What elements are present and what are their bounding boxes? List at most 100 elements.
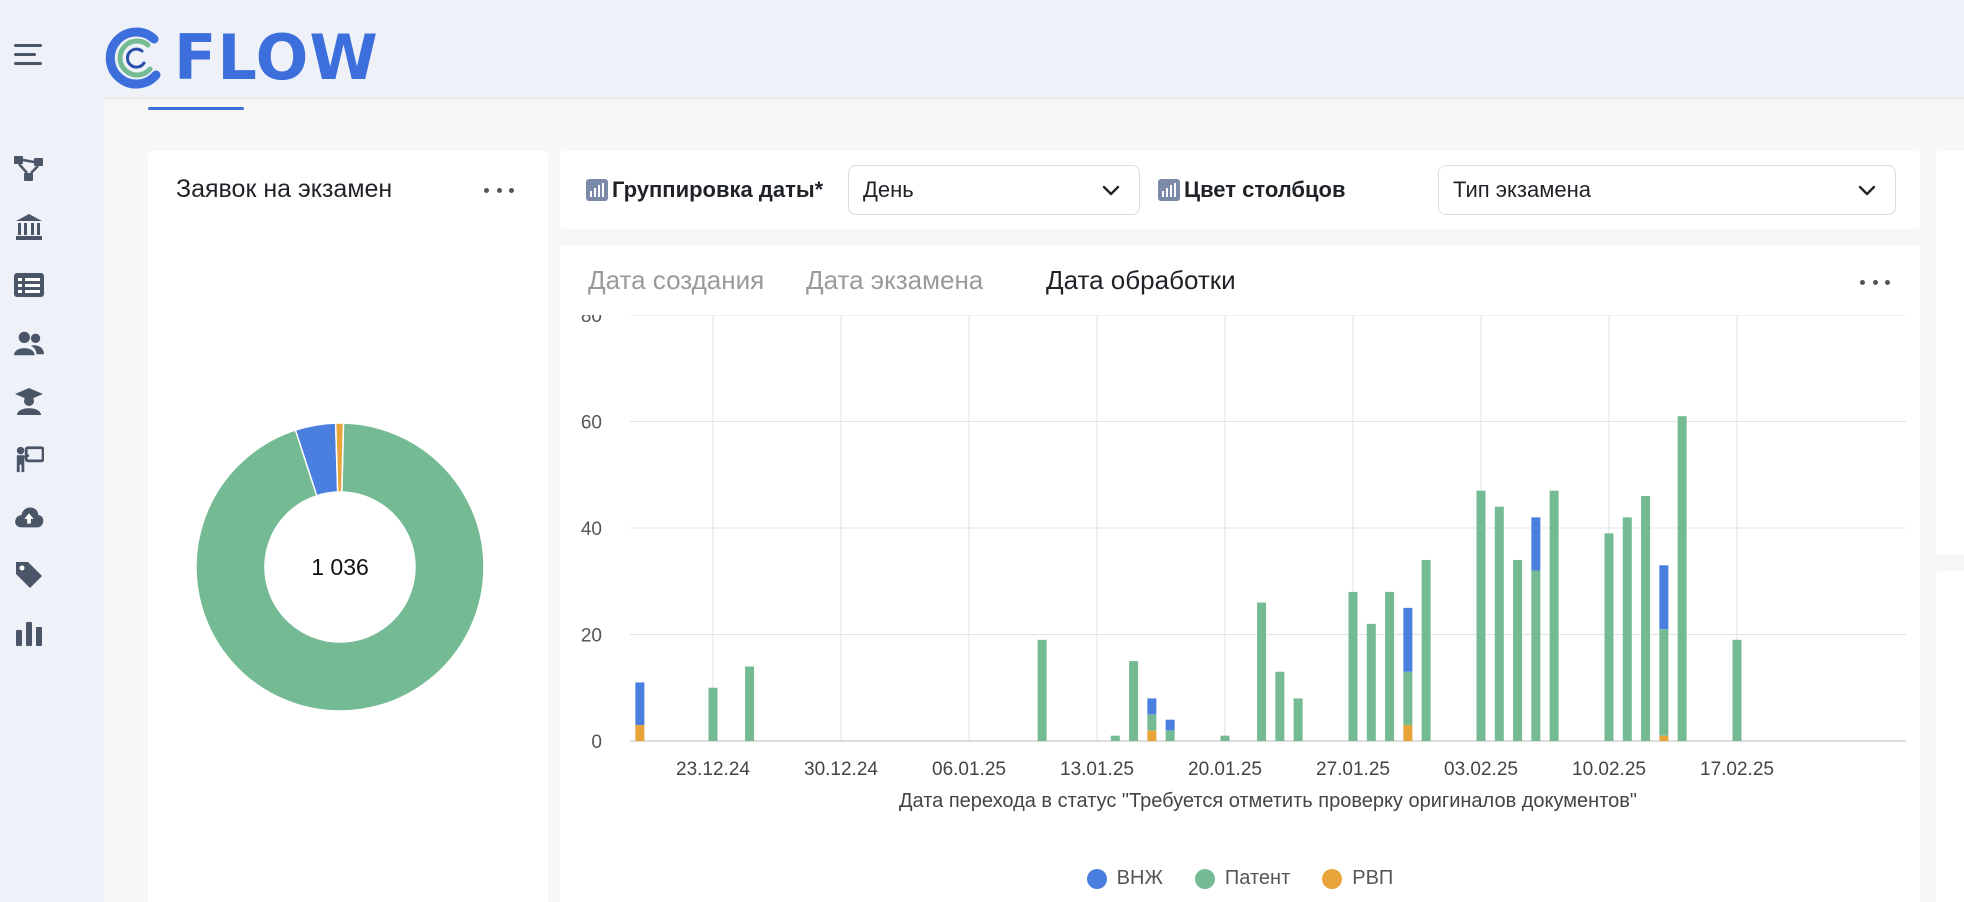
x-tick-label: 03.02.25 bbox=[1444, 759, 1518, 780]
bar-segment bbox=[1659, 629, 1669, 736]
menu-line bbox=[14, 53, 36, 56]
selector-chart-icon bbox=[1158, 179, 1180, 201]
date-group-label-text: Группировка даты* bbox=[612, 177, 824, 202]
bank-icon[interactable] bbox=[14, 212, 44, 242]
x-tick-label: 20.01.25 bbox=[1188, 759, 1262, 780]
selector-chart-icon bbox=[586, 179, 608, 201]
menu-toggle-button[interactable] bbox=[14, 44, 44, 68]
bar-color-label-text: Цвет столбцов bbox=[1184, 177, 1346, 202]
bar-segment bbox=[1659, 735, 1669, 741]
bar-segment bbox=[1147, 730, 1157, 741]
bar-segment bbox=[1220, 735, 1230, 741]
graduate-icon[interactable] bbox=[14, 386, 44, 416]
bar-segment bbox=[1531, 517, 1541, 571]
bar-segment bbox=[1165, 730, 1175, 741]
more-options-button[interactable] bbox=[484, 185, 514, 195]
sitemap-icon[interactable] bbox=[14, 154, 44, 184]
bar-segment bbox=[1403, 607, 1413, 672]
bar-segment bbox=[1494, 506, 1504, 741]
stacked-bar-chart: 0 20 40 60 80 23.12.24 30.12.24 06.01.25 13.01.2… bbox=[581, 315, 1906, 812]
bar-segment bbox=[1476, 490, 1486, 741]
active-tab-indicator bbox=[148, 107, 244, 110]
dot bbox=[1872, 279, 1878, 285]
chart-legend: ВНЖ Патент РВП bbox=[560, 867, 1920, 890]
legend-dot-rvp bbox=[1322, 868, 1343, 889]
bar-segment bbox=[1129, 661, 1139, 741]
menu-line bbox=[14, 44, 42, 47]
tab-created-date[interactable]: Дата создания bbox=[588, 265, 764, 296]
donut-total-value: 1 036 bbox=[311, 553, 369, 580]
bar-segment bbox=[1293, 698, 1303, 741]
x-tick-label: 27.01.25 bbox=[1316, 759, 1390, 780]
legend-label-vnzh: ВНЖ bbox=[1116, 867, 1163, 889]
date-group-select-value: День bbox=[863, 177, 914, 202]
chart-widget: Дата создания Дата экзамена Дата обработ… bbox=[560, 245, 1920, 902]
y-tick-label: 0 bbox=[591, 732, 602, 753]
bar-segment bbox=[708, 687, 718, 741]
bar-segment bbox=[1037, 639, 1047, 741]
chevron-down-icon bbox=[1102, 185, 1120, 196]
dot bbox=[496, 187, 502, 193]
bar-segment bbox=[1403, 725, 1413, 741]
tab-processing-date[interactable]: Дата обработки bbox=[1046, 265, 1236, 296]
bar-segment bbox=[1385, 591, 1395, 741]
bar-segment bbox=[1348, 591, 1358, 741]
x-tick-label: 10.02.25 bbox=[1572, 759, 1646, 780]
legend-label-patent: Патент bbox=[1224, 867, 1291, 889]
bar-segment bbox=[1110, 735, 1120, 741]
tag-icon[interactable] bbox=[14, 560, 44, 590]
bar-segment bbox=[745, 666, 755, 741]
date-group-label: Группировка даты* bbox=[586, 177, 823, 203]
dot bbox=[1860, 279, 1865, 285]
right-widget-partial-lower bbox=[1936, 571, 1964, 902]
bar-segment bbox=[1165, 719, 1175, 731]
bar-segment bbox=[1549, 490, 1559, 741]
app-logo[interactable]: FLOW bbox=[104, 20, 379, 94]
dot bbox=[1885, 279, 1890, 285]
bar-segment bbox=[635, 725, 645, 741]
users-icon[interactable] bbox=[14, 328, 44, 358]
widget-title: Заявок на экзамен bbox=[176, 175, 393, 203]
bar-segment bbox=[635, 682, 645, 726]
bar-segment bbox=[1622, 517, 1632, 741]
legend-item-vnzh[interactable]: ВНЖ bbox=[1086, 867, 1163, 890]
bar-segment bbox=[1604, 533, 1614, 741]
right-widget-partial bbox=[1936, 151, 1964, 555]
dot bbox=[509, 187, 514, 193]
bar-segment bbox=[1513, 559, 1523, 741]
list-icon[interactable] bbox=[14, 270, 44, 300]
chevron-down-icon bbox=[1858, 185, 1876, 196]
bar-segment bbox=[1732, 639, 1742, 741]
bar-segment bbox=[1257, 602, 1267, 741]
bar-segment bbox=[1275, 671, 1285, 741]
legend-item-rvp[interactable]: РВП bbox=[1322, 867, 1393, 890]
x-tick-label: 13.01.25 bbox=[1060, 759, 1134, 780]
filter-bar: Группировка даты* День Цвет столбцов Тип… bbox=[560, 151, 1920, 229]
y-tick-label: 40 bbox=[581, 519, 602, 540]
teacher-board-icon[interactable] bbox=[14, 444, 44, 474]
legend-dot-patent bbox=[1194, 868, 1215, 889]
bar-segment bbox=[1147, 698, 1157, 715]
bar-segment bbox=[1366, 623, 1376, 741]
bar-segment bbox=[1147, 714, 1157, 731]
logo-text: FLOW bbox=[174, 20, 379, 94]
cloud-upload-icon[interactable] bbox=[14, 502, 44, 532]
bar-color-select[interactable]: Тип экзамена bbox=[1438, 165, 1896, 215]
menu-line bbox=[14, 62, 42, 65]
bar-segment bbox=[1659, 565, 1669, 630]
tab-exam-date[interactable]: Дата экзамена bbox=[806, 265, 983, 296]
bar-chart-icon[interactable] bbox=[14, 618, 44, 648]
x-axis-title: Дата перехода в статус "Требуется отмети… bbox=[899, 790, 1637, 812]
legend-item-patent[interactable]: Патент bbox=[1194, 867, 1291, 890]
bar-segment bbox=[1641, 496, 1651, 741]
legend-label-rvp: РВП bbox=[1352, 867, 1394, 889]
bar-segment bbox=[1421, 559, 1431, 741]
bar-color-label: Цвет столбцов bbox=[1158, 177, 1346, 203]
x-tick-label: 23.12.24 bbox=[676, 759, 750, 780]
bar-segment bbox=[1677, 416, 1687, 741]
date-group-select[interactable]: День bbox=[848, 165, 1140, 215]
bar-segment bbox=[1403, 671, 1413, 726]
x-tick-label: 06.01.25 bbox=[932, 759, 1006, 780]
more-options-button[interactable] bbox=[1860, 277, 1890, 287]
donut-chart: 1 036 bbox=[190, 417, 490, 717]
